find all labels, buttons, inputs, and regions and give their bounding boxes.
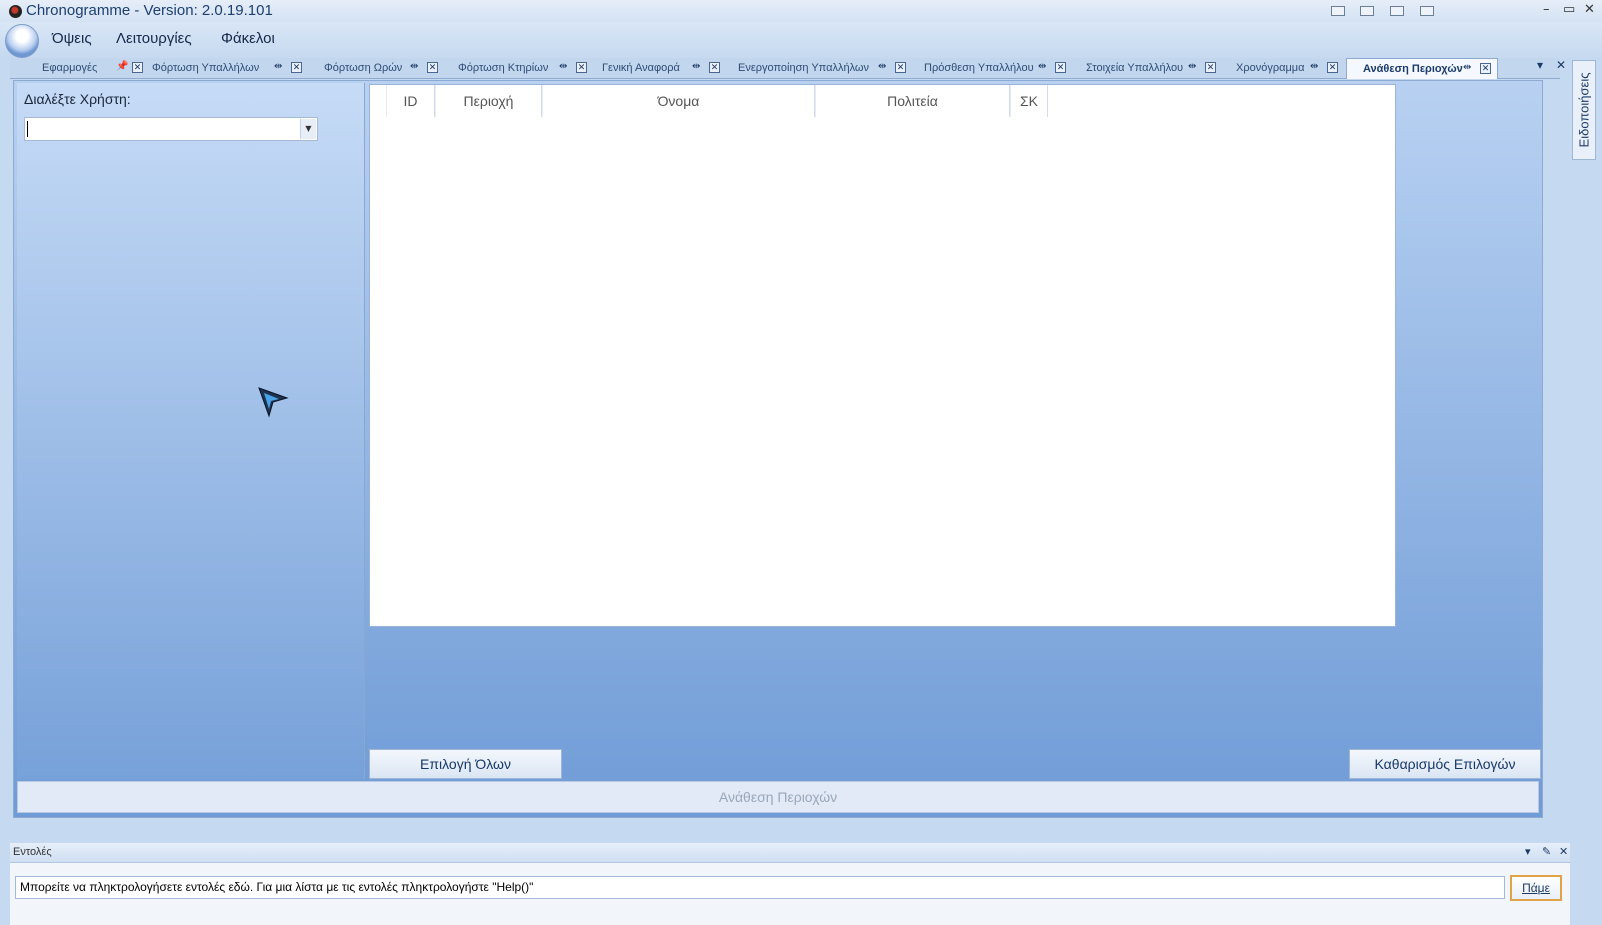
menu-functions[interactable]: Λειτουργίες [116, 30, 192, 47]
go-button[interactable]: Πάμε [1510, 875, 1562, 901]
tab-label: Φόρτωση Ωρών [324, 62, 403, 74]
title-bar: Chronogramme - Version: 2.0.19.101 – ▭ ✕ [0, 0, 1602, 22]
tab-label: Φόρτωση Υπαλλήλων [152, 62, 260, 74]
document-tab-strip: Εφαρμογές 📌 ✕ Φόρτωση Υπαλλήλων ⇹ ✕ Φόρτ… [10, 58, 1566, 79]
choose-user-label: Διαλέξτε Χρήστη: [24, 91, 131, 107]
close-icon[interactable]: ✕ [1327, 62, 1338, 73]
maximize-button[interactable]: ▭ [1563, 2, 1575, 17]
tab-label: Ανάθεση Περιοχών [1363, 63, 1463, 75]
close-button[interactable]: ✕ [1584, 2, 1595, 17]
layout-icon[interactable] [1360, 6, 1374, 16]
tab-add-employee[interactable]: Πρόσθεση Υπαλλήλου ⇹ ✕ [914, 58, 1074, 79]
layout-icon[interactable] [1331, 6, 1345, 16]
column-header-name[interactable]: Όνομα [542, 85, 815, 117]
close-icon[interactable]: ✕ [1480, 63, 1491, 74]
select-all-button[interactable]: Επιλογή Όλων [369, 749, 562, 779]
clear-selection-button[interactable]: Καθαρισμός Επιλογών [1349, 749, 1541, 779]
pin-icon[interactable]: ⇹ [1038, 61, 1046, 72]
pin-icon[interactable]: ⇹ [878, 61, 886, 72]
tab-timeline[interactable]: Χρονόγραμμα ⇹ ✕ [1224, 58, 1346, 79]
pin-icon[interactable]: ✎ [1542, 845, 1551, 858]
pin-icon[interactable]: ⇹ [1310, 61, 1318, 72]
chevron-down-icon[interactable]: ▾ [1525, 845, 1531, 858]
pin-icon[interactable]: ⇹ [692, 61, 700, 72]
close-icon[interactable]: ✕ [895, 62, 906, 73]
close-icon[interactable]: ✕ [576, 62, 587, 73]
close-all-icon[interactable]: ✕ [1556, 58, 1566, 72]
pin-icon[interactable]: ⇹ [1188, 61, 1196, 72]
user-selection-panel: Διαλέξτε Χρήστη: ▼ [17, 83, 365, 779]
assign-areas-button[interactable]: Ανάθεση Περιοχών [17, 781, 1539, 813]
tab-list-dropdown-icon[interactable]: ▾ [1537, 58, 1543, 72]
commands-panel-header: Εντολές ▾ ✎ ✕ [10, 843, 1570, 863]
commands-title: Εντολές [13, 846, 52, 858]
pin-icon[interactable]: ⇹ [410, 61, 418, 72]
tab-load-buildings[interactable]: Φόρτωση Κτηρίων ⇹ ✕ [446, 58, 594, 79]
pin-icon[interactable]: ⇹ [274, 61, 282, 72]
tab-load-employees[interactable]: Φόρτωση Υπαλλήλων ⇹ ✕ [146, 58, 310, 79]
tab-label: Πρόσθεση Υπαλλήλου [924, 62, 1034, 74]
tab-load-hours[interactable]: Φόρτωση Ωρών ⇹ ✕ [310, 58, 446, 79]
close-icon[interactable]: ✕ [291, 62, 302, 73]
close-icon[interactable]: ✕ [427, 62, 438, 73]
tab-assign-areas[interactable]: Ανάθεση Περιοχών ⇹ ✕ [1346, 58, 1498, 79]
assign-areas-panel: Διαλέξτε Χρήστη: ▼ ID Περιοχή Όνομα Πολι… [13, 80, 1543, 818]
window-title: Chronogramme - Version: 2.0.19.101 [26, 2, 273, 19]
minimize-button[interactable]: – [1543, 2, 1550, 17]
tab-label: Χρονόγραμμα [1236, 62, 1305, 74]
column-header-state[interactable]: Πολιτεία [815, 85, 1010, 117]
column-header-id[interactable]: ID [386, 85, 435, 117]
mouse-cursor-icon [258, 387, 289, 418]
layout-icon[interactable] [1420, 6, 1434, 16]
tab-label: Εφαρμογές [42, 62, 98, 74]
pin-icon[interactable]: 📌 [116, 61, 128, 72]
pin-icon[interactable]: ⇹ [1463, 62, 1471, 73]
column-header-area[interactable]: Περιοχή [435, 85, 542, 117]
close-icon[interactable]: ✕ [1559, 845, 1568, 858]
notifications-side-tab[interactable]: Ειδοποιήσεις [1572, 60, 1596, 160]
close-icon[interactable]: ✕ [1205, 62, 1216, 73]
notifications-label: Ειδοποιήσεις [1576, 72, 1592, 148]
tab-label: Γενική Αναφορά [602, 62, 680, 74]
chevron-down-icon[interactable]: ▼ [300, 119, 316, 139]
menu-bar: Όψεις Λειτουργίες Φάκελοι [0, 22, 1602, 58]
app-icon [9, 5, 22, 18]
close-icon[interactable]: ✕ [709, 62, 720, 73]
pin-icon[interactable]: ⇹ [559, 61, 567, 72]
tab-employee-details[interactable]: Στοιχεία Υπαλλήλου ⇹ ✕ [1074, 58, 1224, 79]
tab-applications[interactable]: Εφαρμογές 📌 ✕ [30, 58, 146, 79]
tab-general-report[interactable]: Γενική Αναφορά ⇹ ✕ [594, 58, 728, 79]
text-caret [27, 121, 28, 137]
layout-icon[interactable] [1390, 6, 1404, 16]
close-icon[interactable]: ✕ [1055, 62, 1066, 73]
close-icon[interactable]: ✕ [132, 62, 143, 73]
menu-folders[interactable]: Φάκελοι [221, 30, 275, 47]
app-menu-orb-icon[interactable] [5, 24, 39, 58]
column-header-sk[interactable]: ΣΚ [1010, 85, 1048, 117]
tab-label: Φόρτωση Κτηρίων [458, 62, 549, 74]
menu-views[interactable]: Όψεις [52, 30, 92, 47]
command-input[interactable]: Μπορείτε να πληκτρολογήσετε εντολές εδώ.… [15, 876, 1505, 899]
tab-label: Στοιχεία Υπαλλήλου [1086, 62, 1184, 74]
tab-label: Ενεργοποίηση Υπαλλήλων [738, 62, 870, 74]
areas-grid[interactable]: ID Περιοχή Όνομα Πολιτεία ΣΚ [369, 84, 1396, 627]
panel-splitter[interactable] [0, 818, 1560, 824]
user-combobox[interactable]: ▼ [24, 117, 318, 141]
tab-activate-employees[interactable]: Ενεργοποίηση Υπαλλήλων ⇹ ✕ [728, 58, 914, 79]
